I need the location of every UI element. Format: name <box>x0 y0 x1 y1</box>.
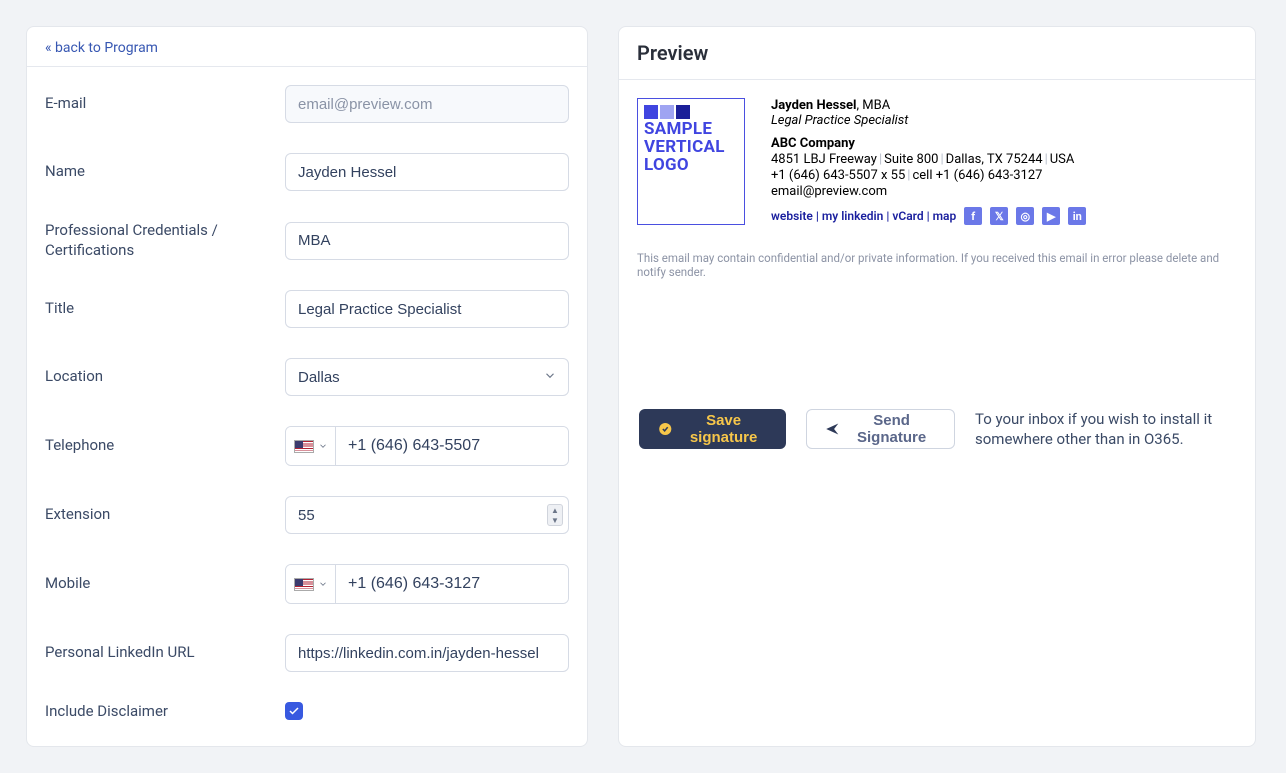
youtube-icon[interactable]: ▶ <box>1042 207 1060 225</box>
name-field[interactable] <box>285 153 569 191</box>
sig-link-vcard[interactable]: vCard <box>892 209 923 223</box>
mobile-field[interactable] <box>336 565 568 603</box>
logo: SAMPLE VERTICAL LOGO <box>637 98 745 225</box>
check-icon <box>288 705 300 717</box>
sig-link-linkedin[interactable]: my linkedin <box>822 209 884 223</box>
telephone-country-selector[interactable] <box>286 427 336 465</box>
form-header: « back to Program <box>27 27 587 67</box>
sig-link-map[interactable]: map <box>933 209 957 223</box>
us-flag-icon <box>294 578 314 591</box>
label-name: Name <box>45 162 285 182</box>
form-panel: « back to Program E-mail Name Profession… <box>26 26 588 747</box>
save-signature-button[interactable]: Save signature <box>639 409 786 449</box>
linkedin-field[interactable] <box>285 634 569 672</box>
sig-street: 4851 LBJ Freeway <box>771 152 877 167</box>
back-to-program-link[interactable]: « back to Program <box>45 40 158 56</box>
label-email: E-mail <box>45 94 285 114</box>
x-twitter-icon[interactable]: 𝕏 <box>990 207 1008 225</box>
location-select[interactable] <box>285 358 569 396</box>
sig-title: Legal Practice Specialist <box>771 113 1237 128</box>
save-button-label: Save signature <box>681 412 767 446</box>
label-credentials: Professional Credentials / Certification… <box>45 221 285 260</box>
send-signature-button[interactable]: Send Signature <box>806 409 955 449</box>
label-extension: Extension <box>45 505 285 525</box>
logo-square-icon <box>644 105 658 119</box>
disclaimer-text: This email may contain confidential and/… <box>637 251 1237 279</box>
sig-cell-label: cell <box>912 168 935 183</box>
preview-panel: Preview SAMPLE VERTICAL LOGO Jayden Hess… <box>618 26 1256 747</box>
title-field[interactable] <box>285 290 569 328</box>
send-icon <box>825 420 840 438</box>
action-note: To your inbox if you wish to install it … <box>975 409 1235 450</box>
logo-text-line: VERTICAL <box>644 139 738 157</box>
label-disclaimer: Include Disclaimer <box>45 702 285 722</box>
sig-phone: +1 (646) 643-5507 x 55 <box>771 168 905 183</box>
linkedin-icon[interactable]: in <box>1068 207 1086 225</box>
mobile-country-selector[interactable] <box>286 565 336 603</box>
sig-suite: Suite 800 <box>884 152 938 167</box>
check-circle-icon <box>658 420 673 438</box>
signature-preview: SAMPLE VERTICAL LOGO Jayden Hessel, MBA … <box>637 98 1237 225</box>
logo-square-icon <box>660 105 674 119</box>
credentials-field[interactable] <box>285 222 569 260</box>
number-spinner[interactable]: ▲ ▼ <box>547 504 563 526</box>
sig-address: 4851 LBJ Freeway|Suite 800|Dallas, TX 75… <box>771 152 1237 167</box>
label-mobile: Mobile <box>45 574 285 594</box>
sig-cell: +1 (646) 643-3127 <box>936 168 1043 183</box>
sig-email: email@preview.com <box>771 184 1237 199</box>
include-disclaimer-checkbox[interactable] <box>285 702 303 720</box>
telephone-field[interactable] <box>336 427 568 465</box>
sig-credentials: , MBA <box>856 98 890 113</box>
logo-square-icon <box>676 105 690 119</box>
sig-country: USA <box>1050 152 1075 167</box>
sig-name: Jayden Hessel <box>771 98 856 113</box>
label-title: Title <box>45 299 285 319</box>
chevron-down-icon <box>318 441 328 451</box>
sig-city: Dallas, TX 75244 <box>946 152 1043 167</box>
spinner-up-icon: ▲ <box>548 505 562 515</box>
label-linkedin: Personal LinkedIn URL <box>45 643 285 663</box>
facebook-icon[interactable]: f <box>964 207 982 225</box>
chevron-down-icon <box>318 579 328 589</box>
preview-heading: Preview <box>619 27 1255 80</box>
email-field[interactable] <box>285 85 569 123</box>
extension-field[interactable] <box>285 496 569 534</box>
sig-link-website[interactable]: website <box>771 209 813 223</box>
sig-phones: +1 (646) 643-5507 x 55|cell +1 (646) 643… <box>771 168 1237 183</box>
label-telephone: Telephone <box>45 436 285 456</box>
sig-company: ABC Company <box>771 136 1237 151</box>
label-location: Location <box>45 367 285 387</box>
send-button-label: Send Signature <box>847 412 936 446</box>
us-flag-icon <box>294 440 314 453</box>
spinner-down-icon: ▼ <box>548 515 562 525</box>
instagram-icon[interactable]: ◎ <box>1016 207 1034 225</box>
logo-text-line: LOGO <box>644 157 738 175</box>
